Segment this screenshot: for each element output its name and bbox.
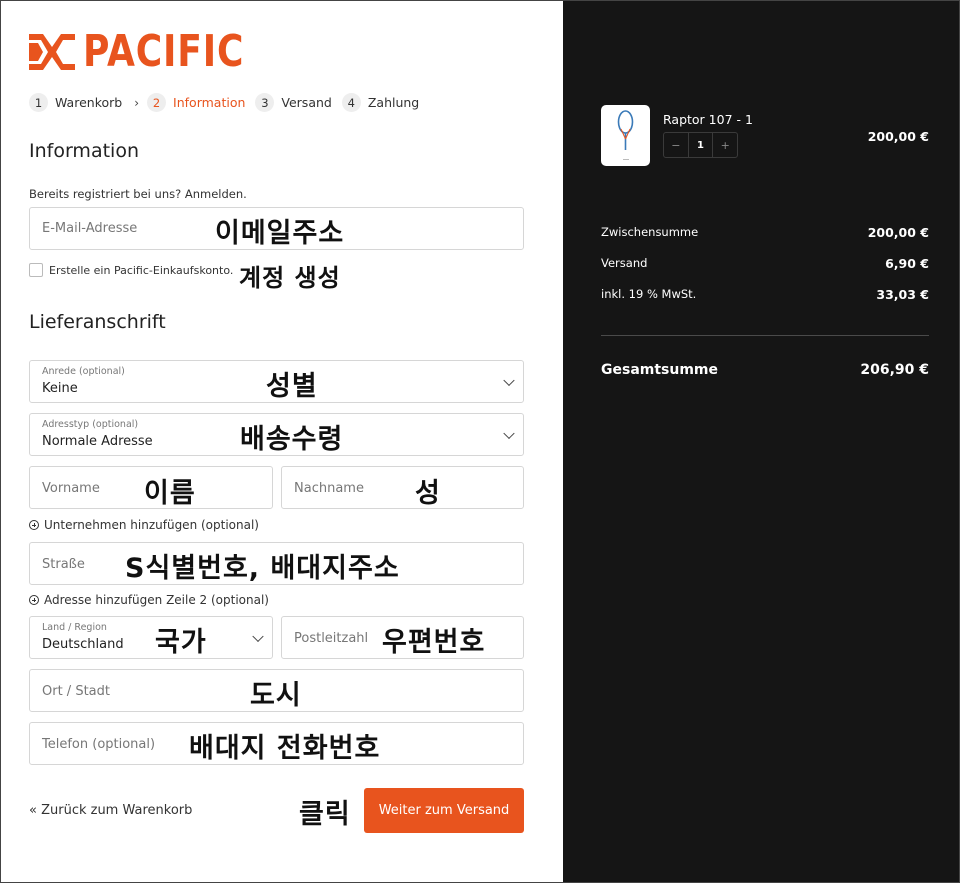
add-company-label: Unternehmen hinzufügen (optional)	[44, 518, 259, 532]
shipping-heading: Lieferanschrift	[29, 311, 166, 333]
step-shipping: 3 Versand	[255, 93, 332, 112]
first-name-placeholder: Vorname	[42, 481, 100, 496]
subtotal-value: 200,00 €	[867, 225, 929, 240]
annotation-click: 클릭	[299, 799, 351, 830]
annotation-postal: 우편번호	[382, 627, 486, 658]
address-type-value: Normale Adresse	[42, 434, 153, 449]
city-placeholder: Ort / Stadt	[42, 684, 110, 699]
country-label: Land / Region	[42, 622, 107, 633]
address-type-label: Adresstyp (optional)	[42, 419, 139, 430]
plus-circle-icon	[29, 520, 39, 530]
brand-name: PACIFIC	[83, 26, 245, 77]
create-account-label: Erstelle ein Pacific-Einkaufskonto.	[49, 264, 234, 277]
total-value: 206,90 €	[860, 362, 929, 378]
annotation-last-name: 성	[415, 478, 441, 509]
order-summary-panel: Raptor 107 - 1 − 1 + 200,00 € Zwischensu…	[563, 1, 959, 882]
tax-row: inkl. 19 % MwSt. 33,03 €	[601, 287, 929, 302]
add-address-line2-label: Adresse hinzufügen Zeile 2 (optional)	[44, 593, 269, 607]
checkout-breadcrumb: 1 Warenkorb › 2 Information 3 Versand 4 …	[29, 93, 425, 112]
product-price: 200,00 €	[867, 129, 929, 144]
chevron-down-icon	[252, 630, 264, 642]
add-address-line2-link[interactable]: Adresse hinzufügen Zeile 2 (optional)	[29, 593, 269, 607]
tennis-racket-icon	[617, 110, 634, 160]
pacific-logo-icon	[29, 34, 75, 70]
postal-code-placeholder: Postleitzahl	[294, 631, 369, 646]
add-company-link[interactable]: Unternehmen hinzufügen (optional)	[29, 518, 259, 532]
information-heading: Information	[29, 140, 139, 162]
checkout-page: PACIFIC 1 Warenkorb › 2 Information 3 Ve…	[0, 0, 960, 883]
shipping-value: 6,90 €	[885, 256, 929, 271]
subtotal-label: Zwischensumme	[601, 225, 699, 239]
continue-to-shipping-button[interactable]: Weiter zum Versand	[364, 788, 524, 833]
product-thumbnail	[601, 105, 650, 166]
decrease-quantity-button[interactable]: −	[664, 133, 688, 157]
salutation-label: Anrede (optional)	[42, 366, 125, 377]
total-row: Gesamtsumme 206,90 €	[601, 362, 929, 378]
step-number: 4	[341, 93, 361, 112]
step-payment: 4 Zahlung	[341, 93, 420, 112]
step-label: Information	[173, 95, 246, 110]
street-placeholder: Straße	[42, 557, 85, 572]
step-number: 3	[255, 93, 275, 112]
country-value: Deutschland	[42, 637, 124, 652]
annotation-phone: 배대지 전화번호	[189, 733, 381, 764]
annotation-city: 도시	[250, 680, 302, 711]
checkout-form-panel: PACIFIC 1 Warenkorb › 2 Information 3 Ve…	[1, 1, 563, 882]
plus-circle-icon	[29, 595, 39, 605]
tax-label: inkl. 19 % MwSt.	[601, 287, 697, 301]
step-label: Versand	[281, 95, 332, 110]
subtotal-row: Zwischensumme 200,00 €	[601, 225, 929, 240]
step-cart[interactable]: 1 Warenkorb	[29, 93, 122, 112]
annotation-email: 이메일주소	[215, 218, 345, 249]
quantity-stepper: − 1 +	[663, 132, 738, 158]
annotation-street: S식별번호, 배대지주소	[125, 553, 400, 584]
phone-placeholder: Telefon (optional)	[42, 737, 156, 752]
annotation-account: 계정 생성	[239, 264, 341, 292]
salutation-value: Keine	[42, 381, 78, 396]
tax-value: 33,03 €	[876, 287, 929, 302]
step-number: 2	[147, 93, 167, 112]
chevron-right-icon: ›	[134, 95, 140, 110]
summary-divider	[601, 335, 929, 336]
step-label: Warenkorb	[55, 95, 123, 110]
back-to-cart-link[interactable]: « Zurück zum Warenkorb	[29, 803, 192, 818]
increase-quantity-button[interactable]: +	[713, 133, 737, 157]
chevron-down-icon	[503, 427, 515, 439]
annotation-first-name: 이름	[144, 478, 196, 509]
quantity-value[interactable]: 1	[687, 133, 714, 157]
annotation-salutation: 성별	[266, 371, 318, 402]
step-information: 2 Information	[147, 93, 245, 112]
shipping-label: Versand	[601, 256, 648, 270]
annotation-country: 국가	[155, 627, 207, 658]
step-label: Zahlung	[367, 95, 420, 110]
pacific-logo[interactable]: PACIFIC	[29, 29, 280, 75]
step-number: 1	[29, 93, 48, 112]
product-name: Raptor 107 - 1	[663, 112, 753, 127]
last-name-placeholder: Nachname	[294, 481, 364, 496]
chevron-down-icon	[503, 374, 515, 386]
total-label: Gesamtsumme	[601, 362, 719, 378]
email-placeholder: E-Mail-Adresse	[42, 221, 138, 236]
create-account-checkbox[interactable]	[29, 263, 43, 277]
annotation-address-type: 배송수령	[240, 424, 344, 455]
login-prompt-link[interactable]: Bereits registriert bei uns? Anmelden.	[29, 187, 247, 201]
country-select[interactable]: Land / Region Deutschland	[29, 616, 273, 659]
shipping-row: Versand 6,90 €	[601, 256, 929, 271]
last-name-input[interactable]: Nachname	[281, 466, 524, 509]
